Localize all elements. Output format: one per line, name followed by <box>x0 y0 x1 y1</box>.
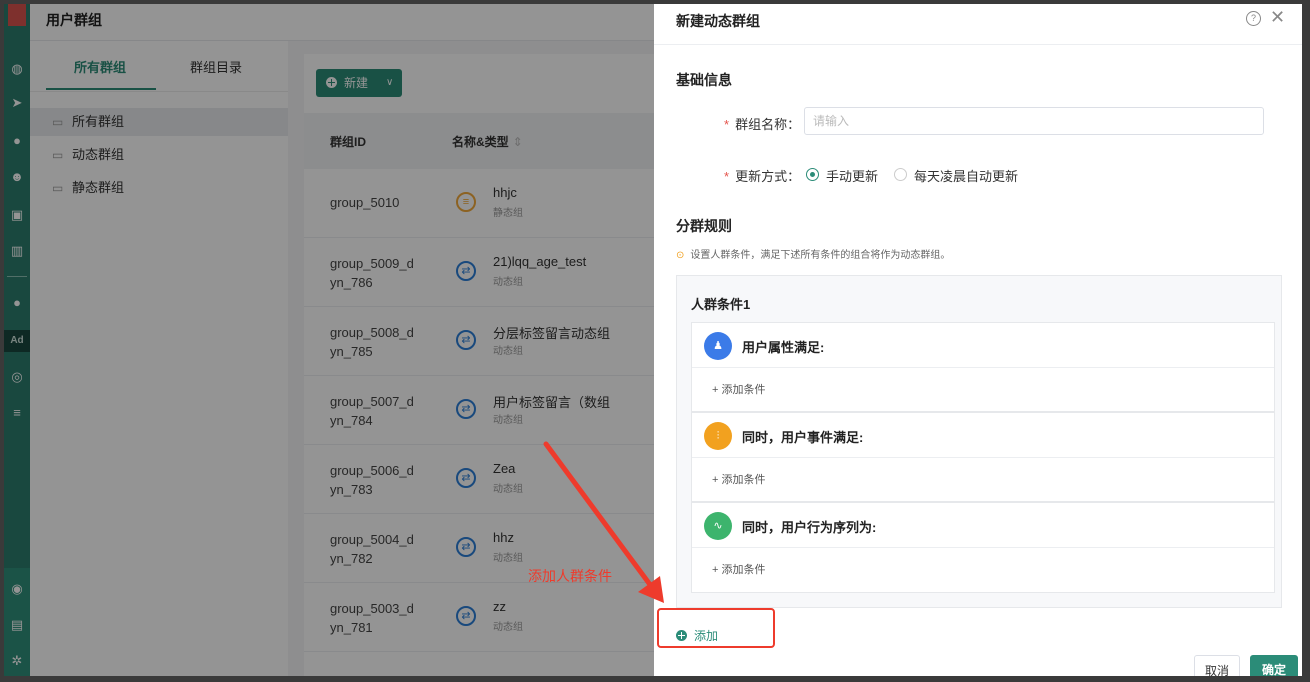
cancel-button[interactable]: 取消 <box>1194 655 1240 676</box>
condition-card-events: ⫶ 同时，用户事件满足: + 添加条件 <box>691 412 1275 502</box>
condition-card-sequence: ∿ 同时，用户行为序列为: + 添加条件 <box>691 502 1275 593</box>
help-icon[interactable]: ? <box>1246 11 1261 26</box>
add-condition-events[interactable]: + 添加条件 <box>712 471 765 487</box>
drawer-header: 新建动态群组 ? ✕ <box>654 4 1302 45</box>
card-header: ∿ 同时，用户行为序列为: <box>692 503 1274 548</box>
card-header: ⫶ 同时，用户事件满足: <box>692 413 1274 458</box>
radio-manual-update[interactable] <box>806 168 819 181</box>
add-condition-sequence[interactable]: + 添加条件 <box>712 561 765 577</box>
annotation-label: 添加人群条件 <box>528 568 612 584</box>
drawer-title: 新建动态群组 <box>676 13 760 29</box>
add-condition-label: 添加条件 <box>721 474 766 486</box>
add-condition-label: 添加条件 <box>721 384 766 396</box>
sequence-icon: ∿ <box>704 512 732 540</box>
rules-hint-text: 设置人群条件，满足下述所有条件的组合将作为动态群组。 <box>690 250 951 261</box>
group-name-input[interactable] <box>804 107 1264 135</box>
required-mark: * <box>724 169 730 184</box>
add-condition-attributes[interactable]: + 添加条件 <box>712 381 765 397</box>
basic-info-title: 基础信息 <box>676 72 732 88</box>
rules-hint: ⊙ 设置人群条件，满足下述所有条件的组合将作为动态群组。 <box>676 246 950 261</box>
card-header: ♟ 用户属性满足: <box>692 323 1274 368</box>
new-dynamic-group-drawer: 新建动态群组 ? ✕ 基础信息 * 群组名称： * 更新方式： 手动更新 每天凌晨自… <box>654 4 1302 676</box>
confirm-button[interactable]: 确定 <box>1250 655 1298 676</box>
group-name-label: * 群组名称： <box>724 114 800 133</box>
close-icon[interactable]: ✕ <box>1270 7 1285 28</box>
update-mode-label: * 更新方式： <box>724 166 800 185</box>
group-name-label-text: 群组名称： <box>735 117 801 132</box>
condition-group: 人群条件1 ♟ 用户属性满足: + 添加条件 ⫶ 同时，用户事件满足: + 添加… <box>676 275 1282 608</box>
app-window: ◍ ➤ ● ☻ ▣ ▥ ● Ad ◎ ≡ ◉ ▤ ✲ 用户群组 所有群组 群组目… <box>4 4 1302 676</box>
radio-auto-update-label[interactable]: 每天凌晨自动更新 <box>914 166 1018 185</box>
info-icon: ⊙ <box>676 250 685 261</box>
radio-manual-update-label[interactable]: 手动更新 <box>826 166 878 185</box>
radio-auto-update[interactable] <box>894 168 907 181</box>
highlight-box <box>657 608 775 648</box>
update-mode-label-text: 更新方式： <box>735 169 801 184</box>
card-title: 同时，用户事件满足: <box>742 430 864 445</box>
required-mark: * <box>724 117 730 132</box>
card-title: 用户属性满足: <box>742 340 825 355</box>
rules-title: 分群规则 <box>676 218 732 234</box>
user-attr-icon: ♟ <box>704 332 732 360</box>
condition-card-attributes: ♟ 用户属性满足: + 添加条件 <box>691 322 1275 412</box>
event-icon: ⫶ <box>704 422 732 450</box>
add-condition-label: 添加条件 <box>721 564 766 576</box>
condition-group-title: 人群条件1 <box>691 297 751 312</box>
card-title: 同时，用户行为序列为: <box>742 520 877 535</box>
